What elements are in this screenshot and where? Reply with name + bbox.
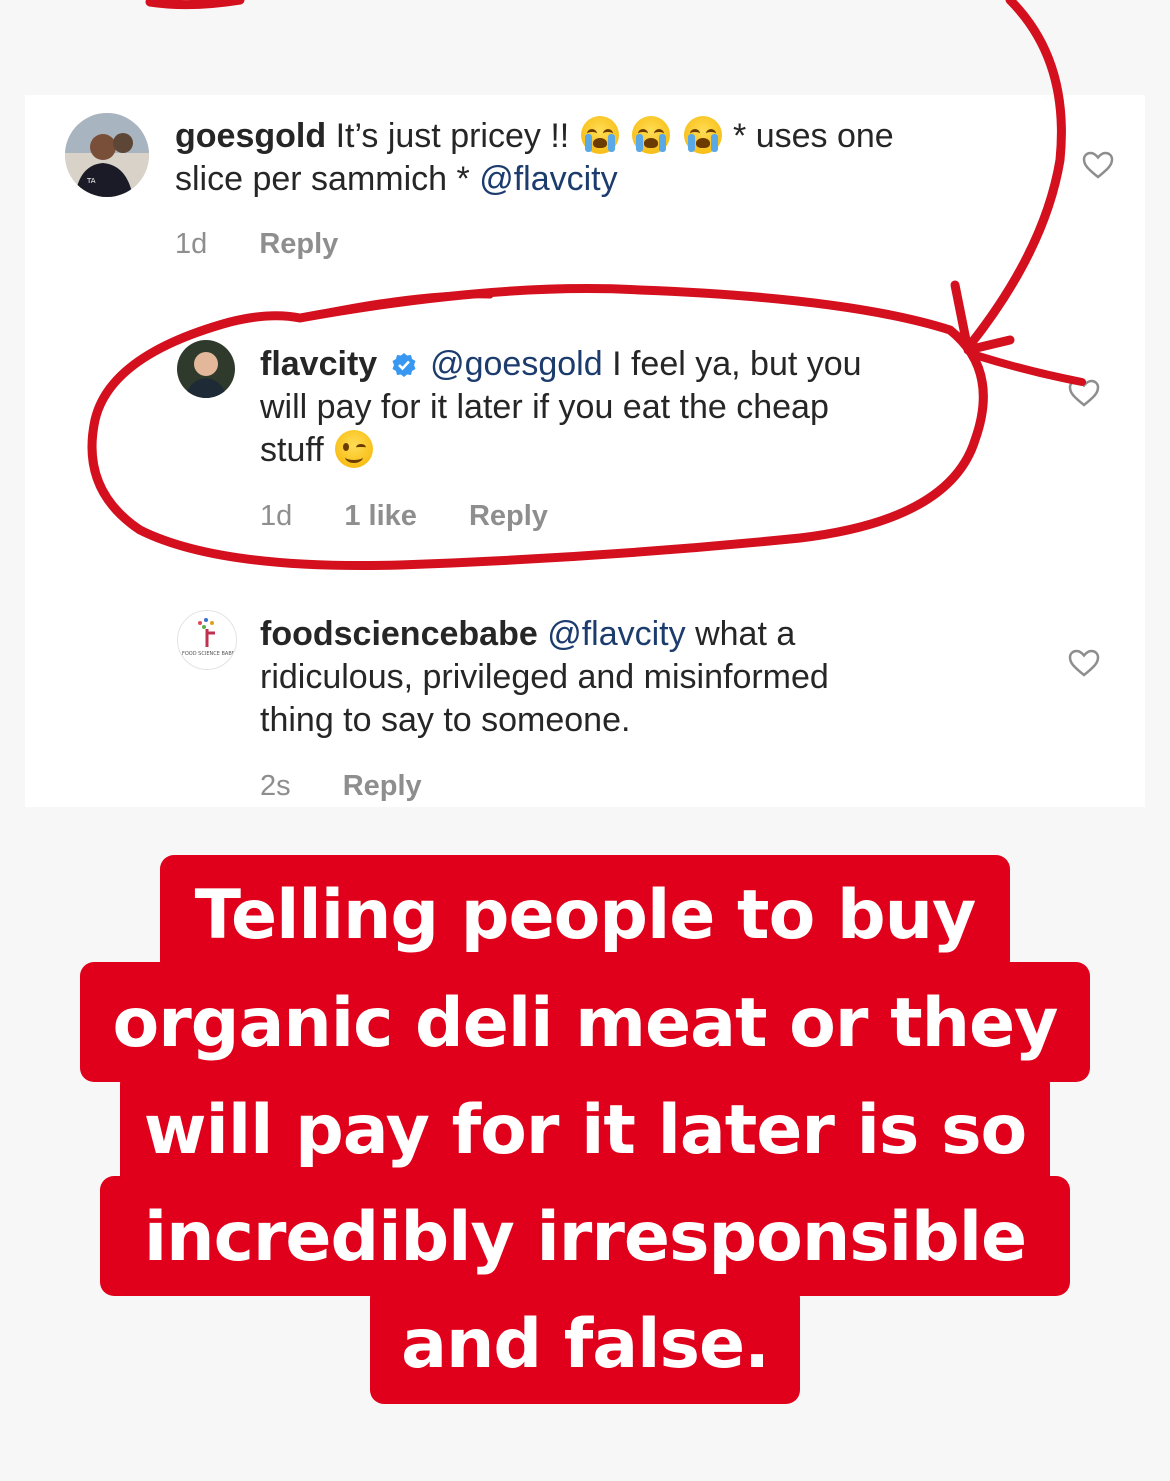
banner-line-3: will pay for it later is so xyxy=(143,1091,1028,1170)
username-goesgold[interactable]: goesgold xyxy=(175,117,326,155)
avatar-flavcity-image xyxy=(177,340,235,398)
mention-flavcity[interactable]: @flavcity xyxy=(479,160,617,198)
heart-outline-icon[interactable] xyxy=(1068,648,1100,678)
winking-face-icon xyxy=(335,430,374,468)
banner-line-1: Telling people to buy xyxy=(194,876,977,955)
reply-button[interactable]: Reply xyxy=(259,228,338,261)
loudly-crying-face-icon xyxy=(683,116,722,154)
timestamp: 1d xyxy=(260,500,293,532)
avatar-goesgold[interactable]: TA xyxy=(65,113,149,197)
loudly-crying-face-icon xyxy=(632,116,671,154)
avatar-goesgold-image: TA xyxy=(65,113,149,197)
comment-foodsciencebabe-body-b: ridiculous, privileged and misinformed xyxy=(260,658,829,696)
loudly-crying-face-icon xyxy=(580,116,619,154)
comment-flavcity-meta: 1d 1 like Reply xyxy=(260,500,548,533)
heart-outline-icon[interactable] xyxy=(1068,378,1100,408)
mention-flavcity[interactable]: @flavcity xyxy=(547,615,685,653)
verified-badge-icon xyxy=(392,353,416,377)
avatar-foodsciencebabe-image: FOOD SCIENCE BABE xyxy=(182,618,235,657)
avatar-foodsciencebabe-badge: FOOD SCIENCE BABE xyxy=(182,651,235,657)
banner-line-4: incredibly irresponsible xyxy=(143,1198,1027,1277)
likes-count[interactable]: 1 like xyxy=(344,500,417,533)
comment-goesgold-body-c: slice per sammich * xyxy=(175,160,470,198)
avatar-foodsciencebabe[interactable]: FOOD SCIENCE BABE xyxy=(177,610,237,670)
comment-flavcity-text: flavcity @goesgold I feel ya, but you wi… xyxy=(260,343,980,472)
username-foodsciencebabe[interactable]: foodsciencebabe xyxy=(260,615,538,653)
banner-line-2: organic deli meat or they xyxy=(112,984,1059,1063)
avatar-flavcity[interactable] xyxy=(177,340,235,398)
comment-foodsciencebabe-body-c: thing to say to someone. xyxy=(260,701,631,739)
comment-goesgold-body-b: * uses one xyxy=(733,117,894,155)
avatar-goesgold-badge: TA xyxy=(86,177,96,185)
comment-flavcity-body-c: stuff xyxy=(260,431,324,469)
comment-flavcity-body-b: will pay for it later if you eat the che… xyxy=(260,388,829,426)
banner-line-5: and false. xyxy=(401,1305,770,1384)
comment-goesgold-text: goesgold It’s just pricey !! * uses one … xyxy=(175,115,1025,201)
mention-goesgold[interactable]: @goesgold xyxy=(430,345,603,383)
timestamp: 2s xyxy=(260,770,291,802)
comment-foodsciencebabe-text: foodsciencebabe @flavcity what a ridicul… xyxy=(260,613,1000,742)
comment-foodsciencebabe-meta: 2s Reply xyxy=(260,770,422,803)
comment-foodsciencebabe-body-a: what a xyxy=(695,615,796,653)
comment-goesgold-body-a: It’s just pricey !! xyxy=(335,117,570,155)
comment-flavcity-body-a: I feel ya, but you xyxy=(612,345,862,383)
comment-goesgold-meta: 1d Reply xyxy=(175,228,338,261)
heart-outline-icon[interactable] xyxy=(1082,150,1114,180)
username-flavcity[interactable]: flavcity xyxy=(260,345,377,383)
reply-button[interactable]: Reply xyxy=(343,770,422,803)
reply-button[interactable]: Reply xyxy=(469,500,548,533)
timestamp: 1d xyxy=(175,228,208,260)
